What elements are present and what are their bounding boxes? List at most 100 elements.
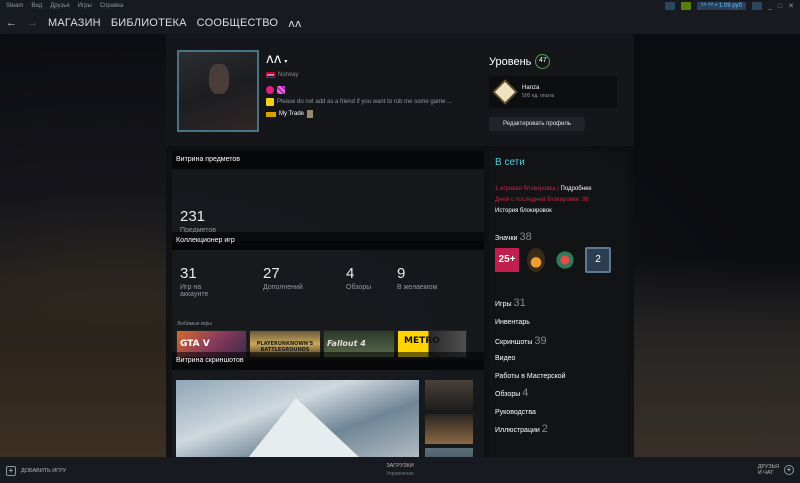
trade-link[interactable]: My Trade — [279, 110, 304, 118]
nav-library[interactable]: БИБЛИОТЕКА — [111, 17, 187, 29]
username-text: ᴧᴧ — [266, 52, 282, 67]
stat-label: Игр на аккаунте — [180, 284, 209, 298]
friends-chat-button[interactable]: ДРУЗЬЯ И ЧАТ + — [758, 464, 794, 476]
stat-wishlist[interactable]: 9 В желаемом — [397, 265, 448, 298]
link-count: 2 — [541, 423, 548, 435]
level-2-badge-icon[interactable]: 2 — [585, 247, 611, 273]
downloads-button[interactable]: ЗАГРУЗКИ Управление — [0, 463, 800, 477]
game-collector-body: 31 Игр на аккаунте 27 Дополнений 4 Обзор… — [172, 250, 484, 360]
link-artwork[interactable]: Иллюстрации 2 — [495, 423, 548, 435]
titlebar-right: ⁹ᴬ ᴬᴬ • 1.09 руб _ □ ✕ — [665, 2, 800, 10]
ban-status: 1 игровая блокировка | Подробнее — [495, 186, 592, 192]
link-inventory[interactable]: Инвентарь — [495, 319, 530, 326]
items-showcase: Витрина предметов 231 Предметов — [172, 151, 484, 241]
menu-friends[interactable]: Друзья — [50, 3, 69, 9]
level-label: Уровень — [489, 55, 532, 68]
close-button[interactable]: ✕ — [788, 2, 794, 10]
profile-header: ᴧᴧ ▾ Norway Please do not add as a friend… — [166, 34, 634, 146]
nav-community[interactable]: СООБЩЕСТВО — [197, 17, 279, 29]
gun-emoticon-icon — [266, 111, 276, 117]
items-showcase-title: Витрина предметов — [172, 151, 484, 169]
favorite-badge[interactable]: Hanza 500 ед. опыта — [489, 76, 617, 108]
game-collector-title: Коллекционер игр — [172, 232, 484, 250]
profile-level: Уровень 47 — [489, 54, 551, 69]
nav-store[interactable]: МАГАЗИН — [48, 17, 101, 29]
stat-label: В желаемом — [397, 284, 438, 291]
ban-details-link[interactable]: Подробнее — [561, 186, 592, 192]
link-videos[interactable]: Видео — [495, 355, 515, 362]
link-label: Скриншоты — [495, 339, 533, 346]
menu-help[interactable]: Справка — [100, 3, 124, 9]
favorite-badge-name: Hanza — [522, 85, 540, 91]
summary-message: Please do not add as a friend if you wan… — [277, 99, 453, 105]
downloads-sublabel: Управление — [386, 471, 414, 477]
forward-arrow-icon[interactable]: → — [27, 17, 38, 29]
level-badge[interactable]: 47 — [535, 54, 551, 69]
game-badge-icon[interactable] — [553, 248, 577, 272]
background-city-right — [630, 257, 800, 457]
stat-value: 4 — [346, 265, 355, 282]
hanza-badge-icon — [492, 79, 518, 105]
link-games[interactable]: Игры 31 — [495, 297, 526, 309]
smile-emoticon-icon — [266, 98, 274, 106]
menu-view[interactable]: Вид — [31, 3, 42, 9]
menu-games[interactable]: Игры — [78, 3, 92, 9]
menu-steam[interactable]: Steam — [6, 3, 23, 9]
link-screenshots[interactable]: Скриншоты 39 — [495, 335, 547, 347]
profile-right-column: В сети 1 игровая блокировка | Подробнее … — [489, 151, 628, 457]
avatar[interactable] — [177, 50, 259, 132]
profile-summary: Please do not add as a friend if you wan… — [266, 86, 486, 122]
stat-value: 27 — [263, 265, 280, 282]
screenshot-icon[interactable] — [751, 2, 762, 10]
notifications-icon[interactable] — [681, 2, 692, 10]
collector-stats: 31 Игр на аккаунте 27 Дополнений 4 Обзор… — [180, 265, 480, 298]
maximize-button[interactable]: □ — [778, 3, 782, 10]
window-titlebar: Steam Вид Друзья Игры Справка ⁹ᴬ ᴬᴬ • 1.… — [0, 0, 800, 12]
link-count: 38 — [519, 231, 532, 243]
card-emoticon-icon — [307, 110, 314, 118]
profile-username[interactable]: ᴧᴧ ▾ — [266, 52, 287, 67]
nav-user-profile[interactable]: ᴧᴧ — [288, 17, 301, 30]
account-wallet[interactable]: ⁹ᴬ ᴬᴬ • 1.09 руб — [697, 2, 746, 10]
screenshot-thumbnail[interactable] — [425, 380, 473, 410]
downloads-label: ЗАГРУЗКИ — [386, 463, 414, 469]
link-label: Инвентарь — [495, 319, 530, 326]
chevron-down-icon[interactable]: ▾ — [284, 58, 287, 65]
stat-games[interactable]: 31 Игр на аккаунте — [180, 265, 231, 298]
screenshot-thumbnail[interactable] — [425, 414, 473, 444]
link-label: Значки — [495, 235, 518, 242]
profile-country: Norway — [266, 72, 298, 78]
link-label: Обзоры — [495, 391, 521, 398]
link-label: Игры — [495, 301, 512, 308]
summary-message-row: Please do not add as a friend if you wan… — [266, 98, 486, 106]
items-stat[interactable]: 231 Предметов — [180, 208, 216, 234]
stat-dlc[interactable]: 27 Дополнений — [263, 265, 314, 298]
hearts-emoticon-icon — [266, 86, 274, 94]
link-label: Видео — [495, 355, 516, 362]
summary-trade-row: My Trade — [266, 110, 486, 118]
favorite-games-label: Любимые игры — [177, 321, 212, 327]
broadcast-icon[interactable] — [665, 2, 676, 10]
avatar-image — [209, 64, 229, 94]
back-arrow-icon[interactable]: ← — [6, 17, 17, 29]
stat-reviews[interactable]: 4 Обзоры — [346, 265, 376, 298]
link-badges[interactable]: Значки 38 — [495, 231, 532, 243]
items-showcase-body: 231 Предметов — [172, 169, 484, 241]
stat-value: 9 — [397, 265, 406, 282]
edit-profile-button[interactable]: Редактировать профиль — [489, 117, 585, 131]
link-guides[interactable]: Руководства — [495, 409, 536, 416]
bottom-bar: + ДОБАВИТЬ ИГРУ ЗАГРУЗКИ Управление ДРУЗ… — [0, 457, 800, 483]
minimize-button[interactable]: _ — [768, 3, 772, 10]
ban-history-link[interactable]: История блокировок — [495, 208, 552, 214]
link-workshop[interactable]: Работы в Мастерской — [495, 373, 566, 380]
link-reviews[interactable]: Обзоры 4 — [495, 387, 528, 399]
game-capsule-title: METRO — [404, 336, 440, 346]
ban-days: Дней с последней блокировки: 98 — [495, 197, 589, 203]
rocket-badge-icon[interactable] — [527, 248, 545, 272]
friends-chat-label: ДРУЗЬЯ И ЧАТ — [757, 464, 779, 476]
link-count: 31 — [513, 297, 526, 309]
years-badge-icon[interactable]: 25+ — [495, 248, 519, 272]
online-status: В сети — [495, 157, 525, 168]
background-city-left — [0, 257, 170, 457]
link-label: Руководства — [495, 409, 536, 416]
